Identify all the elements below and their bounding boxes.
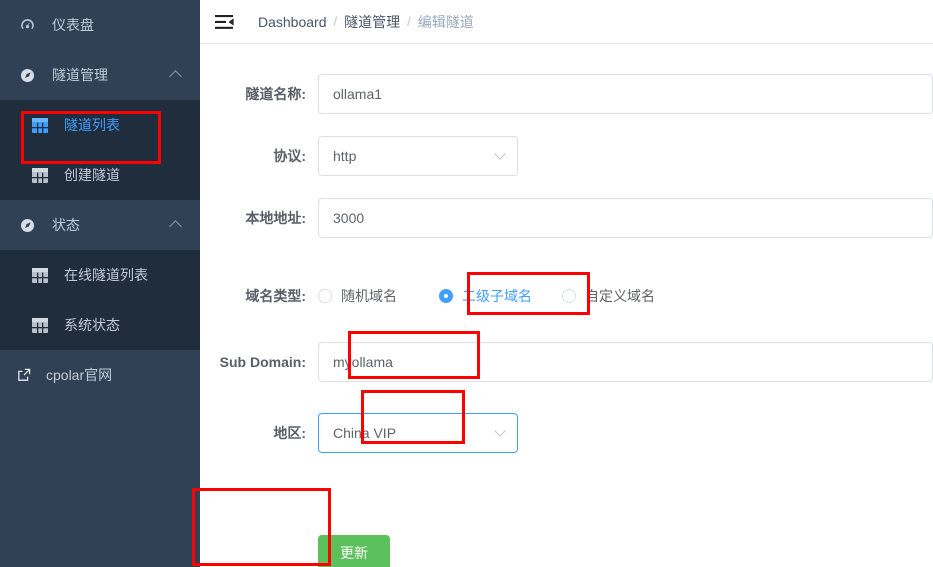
radio-dot-icon (562, 289, 576, 303)
external-link-icon (14, 365, 34, 385)
gauge-icon (16, 14, 38, 36)
breadcrumb: Dashboard / 隧道管理 / 编辑隧道 (258, 12, 474, 32)
sidebar-group-label: 状态 (52, 217, 80, 233)
form-row-region: 地区: China VIP (200, 407, 933, 459)
sidebar-item-online-tunnel-list[interactable]: 在线隧道列表 (0, 250, 200, 300)
form-row-sub-domain: Sub Domain: myollama (200, 336, 933, 388)
breadcrumb-separator: / (333, 14, 338, 29)
radio-label: 随机域名 (341, 288, 397, 304)
grid-icon (30, 115, 50, 135)
grid-icon (30, 165, 50, 185)
region-label: 地区: (273, 425, 306, 441)
tunnel-name-input[interactable]: ollama1 (318, 74, 933, 114)
chevron-up-icon (169, 220, 182, 233)
edit-tunnel-form: 隧道名称: ollama1 协议: http 本地地址: 3000 域名类型: (200, 44, 933, 567)
radio-random-domain[interactable]: 随机域名 (318, 286, 397, 306)
form-row-protocol: 协议: http (200, 130, 933, 182)
sidebar-item-tunnel-list[interactable]: 隧道列表 (0, 100, 200, 150)
form-row-local-address: 本地地址: 3000 (200, 192, 933, 244)
sidebar-item-label: 创建隧道 (64, 167, 120, 183)
radio-dot-icon (439, 289, 453, 303)
sidebar-item-system-status[interactable]: 系统状态 (0, 300, 200, 350)
sidebar-item-label: 系统状态 (64, 317, 120, 333)
radio-label: 二级子域名 (462, 288, 532, 304)
protocol-select[interactable]: http (318, 136, 518, 176)
collapse-menu-icon[interactable] (214, 13, 236, 31)
sub-domain-label: Sub Domain: (219, 354, 306, 370)
chevron-down-icon (494, 425, 506, 437)
radio-sub-domain[interactable]: 二级子域名 (439, 286, 532, 306)
compass-icon (16, 214, 38, 236)
update-button[interactable]: 更新 (318, 535, 390, 567)
breadcrumb-separator: / (407, 14, 411, 29)
main-content: Dashboard / 隧道管理 / 编辑隧道 隧道名称: ollama1 协议… (200, 0, 933, 567)
sidebar-item-label: cpolar官网 (46, 367, 113, 383)
submenu-status: 在线隧道列表 系统状态 (0, 250, 200, 350)
breadcrumb-item-edit-tunnel: 编辑隧道 (417, 13, 474, 30)
sidebar-group-tunnel-management[interactable]: 隧道管理 (0, 50, 200, 100)
sidebar-item-create-tunnel[interactable]: 创建隧道 (0, 150, 200, 200)
sidebar-item-dashboard[interactable]: 仪表盘 (0, 0, 200, 50)
tunnel-name-label: 隧道名称: (245, 86, 306, 102)
sidebar-item-label: 在线隧道列表 (64, 267, 148, 283)
app-root: 仪表盘 隧道管理 隧道列表 创建隧道 状态 在线隧道列表 系统状态 cpolar… (0, 0, 933, 567)
radio-label: 自定义域名 (585, 288, 655, 304)
breadcrumb-item-dashboard[interactable]: Dashboard (258, 14, 327, 30)
radio-custom-domain[interactable]: 自定义域名 (562, 286, 655, 306)
domain-type-radio-group: 随机域名 二级子域名 自定义域名 (318, 286, 683, 306)
sidebar-item-label: 仪表盘 (52, 17, 94, 33)
radio-dot-icon (318, 289, 332, 303)
protocol-label: 协议: (273, 148, 306, 164)
sidebar-item-label: 隧道列表 (64, 117, 120, 133)
sidebar-item-cpolar-website[interactable]: cpolar官网 (0, 350, 200, 400)
form-row-tunnel-name: 隧道名称: ollama1 (200, 68, 933, 120)
topbar: Dashboard / 隧道管理 / 编辑隧道 (200, 0, 933, 44)
sidebar-group-label: 隧道管理 (52, 67, 108, 83)
local-address-label: 本地地址: (245, 210, 306, 226)
grid-icon (30, 315, 50, 335)
submenu-tunnel-management: 隧道列表 创建隧道 (0, 100, 200, 200)
protocol-select-value: http (333, 148, 357, 164)
compass-icon (16, 64, 38, 86)
local-address-input[interactable]: 3000 (318, 198, 933, 238)
breadcrumb-item-tunnel-management[interactable]: 隧道管理 (344, 12, 400, 32)
region-select-value: China VIP (333, 425, 397, 441)
form-row-domain-type: 域名类型: 随机域名 二级子域名 自定义域名 (200, 270, 933, 322)
chevron-up-icon (169, 70, 182, 83)
sidebar: 仪表盘 隧道管理 隧道列表 创建隧道 状态 在线隧道列表 系统状态 cpolar… (0, 0, 200, 567)
sub-domain-input[interactable]: myollama (318, 342, 933, 382)
sidebar-group-status[interactable]: 状态 (0, 200, 200, 250)
grid-icon (30, 265, 50, 285)
chevron-down-icon (494, 148, 506, 160)
domain-type-label: 域名类型: (245, 288, 306, 304)
region-select[interactable]: China VIP (318, 413, 518, 453)
form-row-submit: 更新 (200, 527, 933, 567)
